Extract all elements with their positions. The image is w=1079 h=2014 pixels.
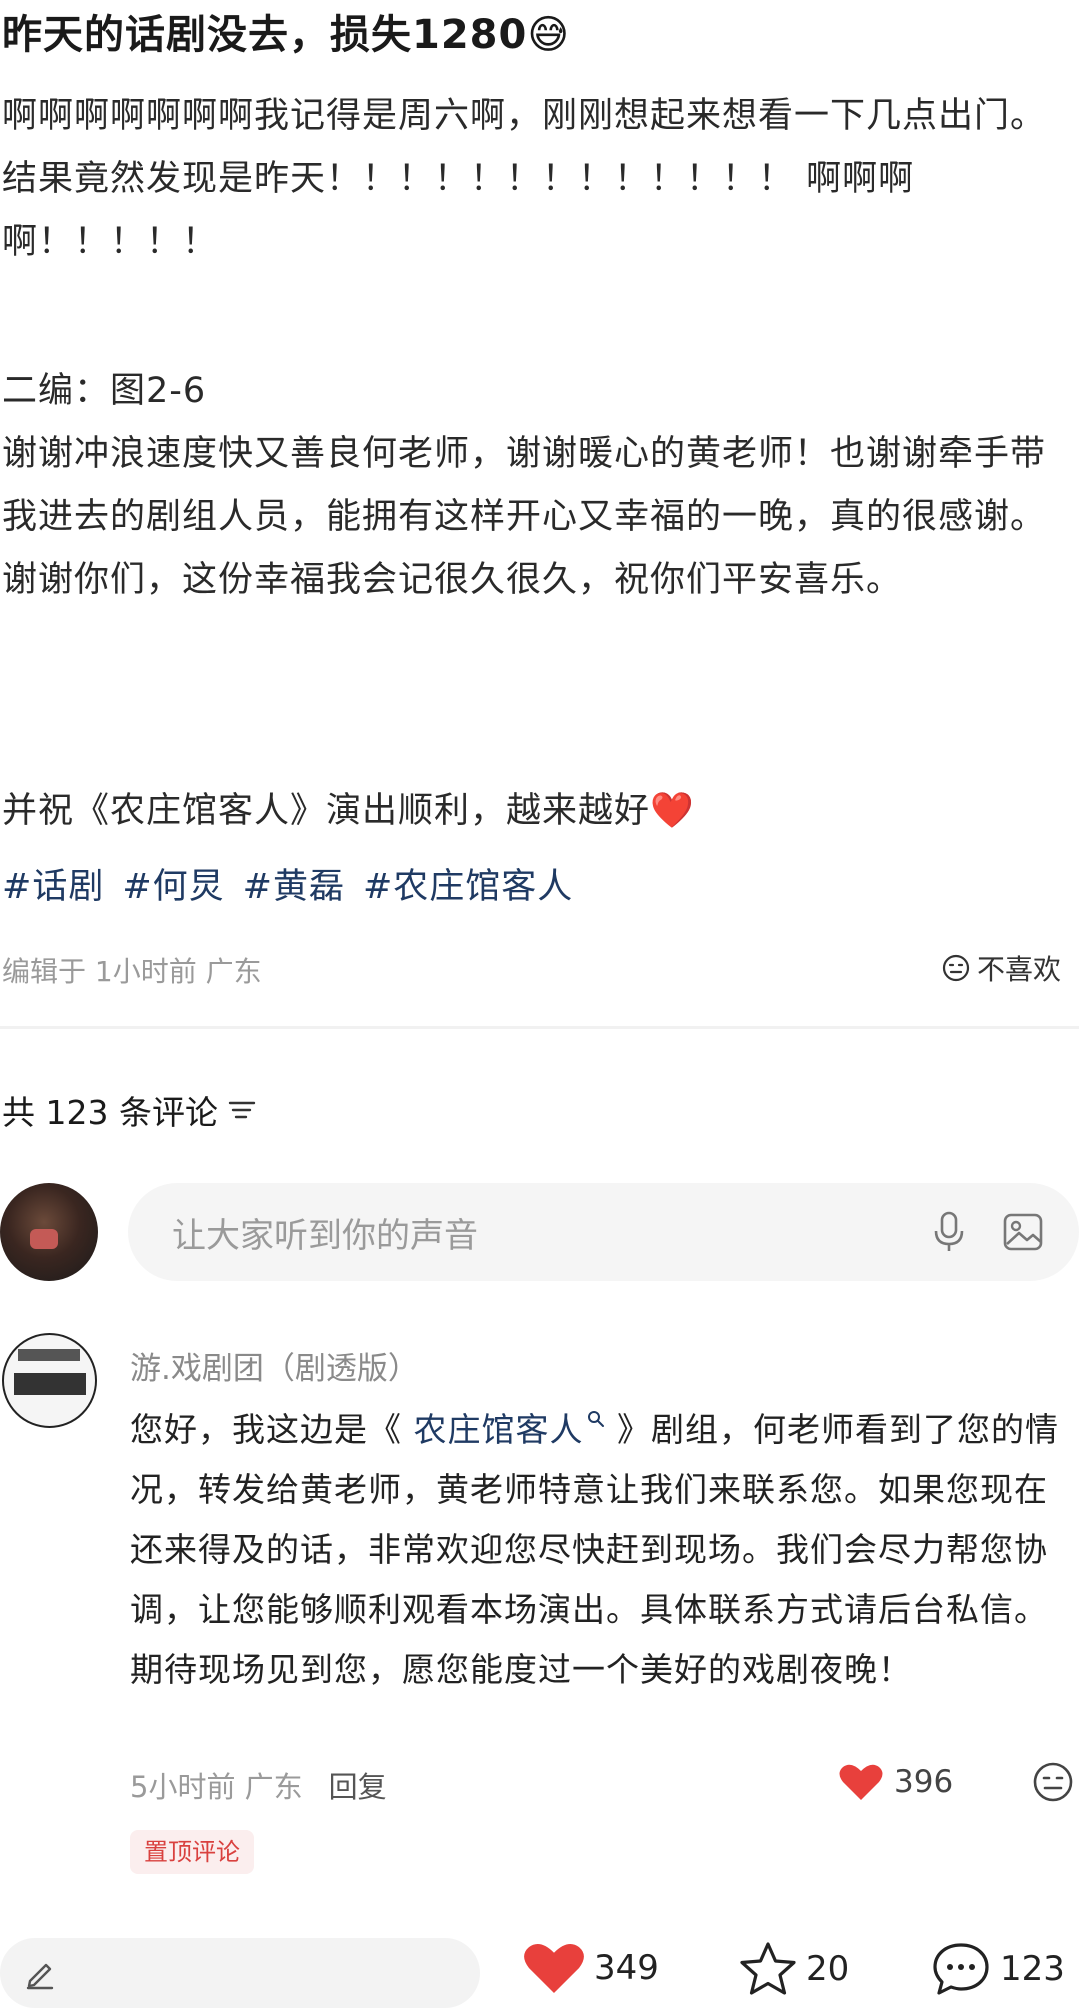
post-paragraph-1: 啊啊啊啊啊啊啊我记得是周六啊，刚刚想起来想看一下几点出门。结果竟然发现是昨天！！… [2,96,1047,262]
comment-meta: 5小时前 广东 回复 [130,1764,387,1806]
post-favorite-count: 20 [806,1949,850,1989]
comment-bubble-icon [933,1943,989,1995]
comment-text-prefix: 您好，我这边是《 [130,1410,402,1449]
sort-icon[interactable] [228,1098,256,1122]
post-tags: #话剧 #何炅 #黄磊 #农庄馆客人 [2,858,591,909]
post-title: 昨天的话剧没去，损失1280😅 [2,12,571,58]
comment-time: 5小时前 广东 [130,1770,303,1804]
comment-input-placeholder: 让大家听到你的声音 [172,1215,478,1256]
tag-link[interactable]: #何炅 [122,867,224,907]
post-meta: 编辑于 1小时前 广东 [2,955,262,988]
comment-body: 您好，我这边是《 农庄馆客人 》剧组，何老师看到了您的情况，转发给黄老师，黄老师… [130,1400,1075,1700]
pinned-comment-badge: 置顶评论 [130,1830,254,1874]
heart-icon [524,1944,584,1994]
comment-input[interactable]: 让大家听到你的声音 [128,1183,1079,1281]
microphone-icon[interactable] [929,1210,969,1254]
comment-play-link[interactable]: 农庄馆客人 [402,1410,606,1449]
comment-count: 共 123 条评论 [2,1093,218,1132]
post-paragraph-3: 谢谢冲浪速度快又善良何老师，谢谢暖心的黄老师！也谢谢牵手带我进去的剧组人员，能拥… [2,434,1047,600]
dislike-label: 不喜欢 [976,953,1061,986]
meh-face-icon [942,954,970,982]
comment-count-header[interactable]: 共 123 条评论 [2,1086,256,1134]
bottom-comment-input[interactable] [0,1938,480,2008]
dislike-button[interactable]: 不喜欢 [941,948,1061,988]
heart-icon [839,1764,883,1800]
comment-like-button[interactable]: 396 [838,1762,953,1802]
reply-button[interactable]: 回复 [329,1764,387,1806]
current-user-avatar[interactable] [0,1183,98,1281]
post-comment-count: 123 [1000,1949,1065,1989]
star-icon [740,1942,796,1995]
tag-link[interactable]: #黄磊 [243,867,345,907]
post-like-count: 349 [594,1948,659,1988]
commenter-avatar[interactable] [2,1333,97,1428]
comment-dislike-button[interactable] [1031,1760,1075,1808]
post-like-button[interactable]: 349 [522,1940,659,1996]
section-divider [0,1026,1079,1029]
image-icon[interactable] [1001,1210,1045,1254]
meh-face-icon [1033,1762,1073,1802]
comment-like-count: 396 [894,1764,954,1800]
post-favorite-button[interactable]: 20 [738,1940,849,1998]
tag-link[interactable]: #农庄馆客人 [363,867,573,907]
post-comment-button[interactable]: 123 [930,1940,1065,1998]
commenter-name[interactable]: 游.戏剧团（剧透版） [130,1343,419,1388]
bottom-action-bar: 349 20 123 [0,1930,1079,2014]
post-paragraph-4: 并祝《农庄馆客人》演出顺利，越来越好❤️ [2,791,695,831]
search-icon [587,1411,604,1427]
comment-text-suffix: 》剧组，何老师看到了您的情况，转发给黄老师，黄老师特意让我们来联系您。如果您现在… [130,1410,1059,1689]
pencil-icon [26,1963,54,1990]
post-paragraph-2: 二编：图2-6 [2,371,207,411]
comment-link-text: 农庄馆客人 [402,1410,584,1449]
tag-link[interactable]: #话剧 [2,867,104,907]
